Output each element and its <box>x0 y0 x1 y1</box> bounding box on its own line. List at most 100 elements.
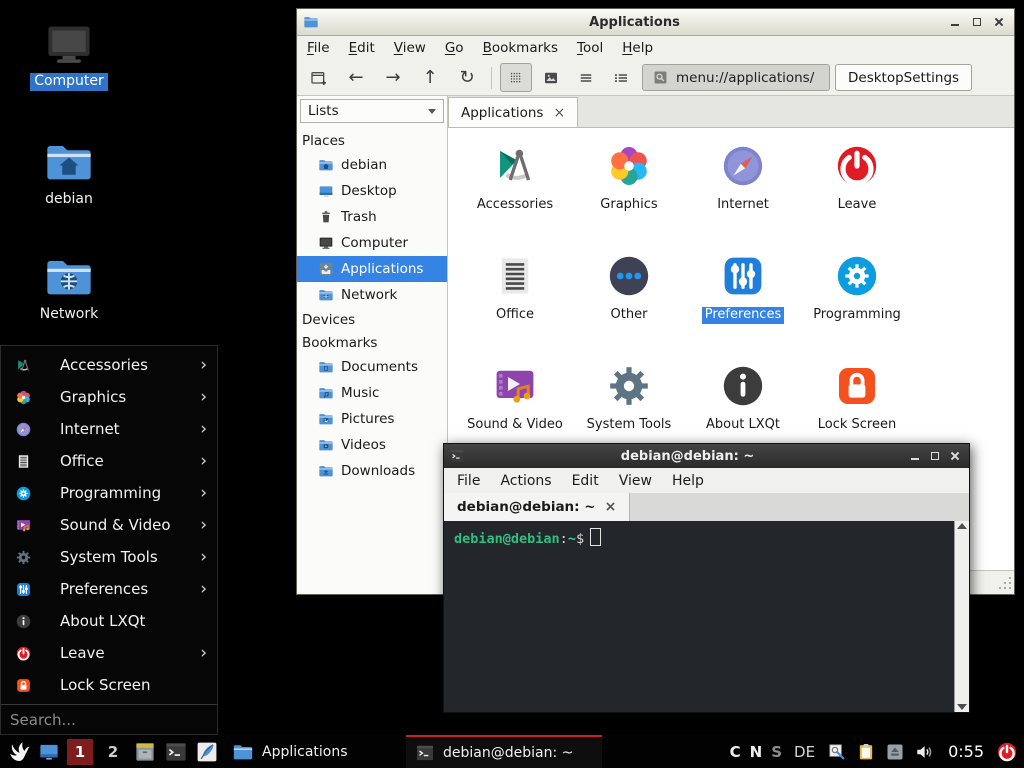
icon-view-button[interactable] <box>500 63 532 92</box>
fm-minimize-button[interactable] <box>950 17 960 27</box>
file-manager-launcher[interactable] <box>133 740 157 764</box>
detailed-view-button[interactable] <box>605 63 637 92</box>
fm-sidebar: Lists PlacesdebianDesktopTrashComputerAp… <box>297 96 448 594</box>
app-category-office[interactable]: Office <box>458 248 572 358</box>
desktop-icon-label: Computer <box>30 73 108 91</box>
menu-item-about-lxqt[interactable]: About LXQt <box>1 605 217 637</box>
workspace-2[interactable]: 2 <box>100 739 126 765</box>
volume-tray-icon[interactable] <box>914 741 936 763</box>
fm-titlebar[interactable]: Applications <box>297 9 1014 36</box>
menu-item-sound-video[interactable]: Sound & Video› <box>1 509 217 541</box>
menu-item-leave[interactable]: Leave› <box>1 637 217 669</box>
sidebar-item-music[interactable]: Music <box>297 380 447 406</box>
desktop-settings-button[interactable]: DesktopSettings <box>835 64 972 91</box>
clipboard-tray-icon[interactable] <box>856 742 876 762</box>
sidebar-item-documents[interactable]: Documents <box>297 354 447 380</box>
forward-button[interactable]: → <box>377 63 409 92</box>
app-category-internet[interactable]: Internet <box>686 138 800 248</box>
keyboard-indicator-s[interactable]: S <box>771 743 782 761</box>
power-button[interactable] <box>996 741 1018 763</box>
fm-maximize-button[interactable] <box>972 17 982 27</box>
workspace-1[interactable]: 1 <box>67 739 93 765</box>
screenshot-tray-icon[interactable] <box>827 742 847 762</box>
terminal-titlebar[interactable]: debian@debian: ~ <box>444 444 969 468</box>
fm-tab-applications[interactable]: Applications × <box>448 97 578 127</box>
terminal-scrollbar[interactable] <box>954 521 969 712</box>
sidebar-item-trash[interactable]: Trash <box>297 204 447 230</box>
keyboard-layout[interactable]: DE <box>794 743 815 761</box>
menu-item-lock-screen[interactable]: Lock Screen <box>1 669 217 701</box>
terminal-close-button[interactable] <box>950 451 960 461</box>
sidebar-item-downloads[interactable]: Downloads <box>297 458 447 484</box>
app-category-preferences[interactable]: Preferences <box>686 248 800 358</box>
lists-dropdown[interactable]: Lists <box>300 99 444 123</box>
fm-menu-view[interactable]: View <box>394 40 426 56</box>
sidebar-item-pictures[interactable]: Pictures <box>297 406 447 432</box>
sidebar-item-network[interactable]: Network <box>297 282 447 308</box>
thumbnail-view-button[interactable] <box>535 63 567 92</box>
desktop-icon-computer[interactable]: Computer <box>30 18 108 91</box>
eject-tray-icon[interactable] <box>885 742 905 762</box>
tab-close-icon[interactable]: × <box>605 500 617 514</box>
tab-close-icon[interactable]: × <box>553 106 565 120</box>
folder-home-icon <box>43 136 95 188</box>
terminal-minimize-button[interactable] <box>910 451 920 461</box>
fm-menu-go[interactable]: Go <box>445 40 464 56</box>
fm-menu-help[interactable]: Help <box>622 40 653 56</box>
fm-menu-bookmarks[interactable]: Bookmarks <box>483 40 558 56</box>
app-category-graphics[interactable]: Graphics <box>572 138 686 248</box>
up-button[interactable]: ↑ <box>414 63 446 92</box>
fm-menu-file[interactable]: File <box>307 40 330 56</box>
desktop-icon-network[interactable]: Network <box>30 251 108 324</box>
keyboard-indicator-c[interactable]: C <box>730 743 741 761</box>
back-button[interactable]: ← <box>340 63 372 92</box>
terminal-launcher[interactable] <box>164 740 188 764</box>
menu-item-internet[interactable]: Internet› <box>1 413 217 445</box>
terminal-menu-view[interactable]: View <box>619 473 652 489</box>
menu-search-input[interactable]: Search... <box>1 704 217 734</box>
sidebar-section-bookmarks: Bookmarks <box>297 331 447 354</box>
menu-item-preferences[interactable]: Preferences› <box>1 573 217 605</box>
taskbar-task-terminal[interactable]: debian@debian: ~ <box>406 735 602 768</box>
sidebar-item-desktop[interactable]: Desktop <box>297 178 447 204</box>
app-category-other[interactable]: Other <box>572 248 686 358</box>
scroll-up-icon[interactable] <box>957 523 967 529</box>
desktop-icon-debian[interactable]: debian <box>30 136 108 209</box>
sidebar-item-videos[interactable]: Videos <box>297 432 447 458</box>
app-category-accessories[interactable]: Accessories <box>458 138 572 248</box>
scroll-down-icon[interactable] <box>957 704 967 710</box>
terminal-content[interactable]: debian@debian:~$ <box>444 521 969 712</box>
terminal-menu-edit[interactable]: Edit <box>572 473 599 489</box>
desktop-pager-icon[interactable] <box>38 741 60 763</box>
resize-grip[interactable] <box>999 587 1001 589</box>
menu-item-accessories[interactable]: Accessories› <box>1 349 217 381</box>
menu-item-graphics[interactable]: Graphics› <box>1 381 217 413</box>
reload-button[interactable]: ↻ <box>451 63 483 92</box>
terminal-menu-file[interactable]: File <box>457 473 480 489</box>
clock[interactable]: 0:55 <box>948 742 984 761</box>
app-category-leave[interactable]: Leave <box>800 138 914 248</box>
fm-close-button[interactable] <box>994 17 1004 27</box>
fm-menu-tool[interactable]: Tool <box>577 40 603 56</box>
menu-item-office[interactable]: Office› <box>1 445 217 477</box>
compact-view-button[interactable] <box>570 63 602 92</box>
new-tab-button[interactable] <box>303 63 335 92</box>
path-bar[interactable]: menu://applications/ <box>642 64 830 91</box>
app-category-programming[interactable]: Programming <box>800 248 914 358</box>
sidebar-item-debian[interactable]: debian <box>297 152 447 178</box>
terminal-tab[interactable]: debian@debian: ~ × <box>444 493 630 521</box>
keyboard-indicator-n[interactable]: N <box>750 743 763 761</box>
terminal-menu-actions[interactable]: Actions <box>500 473 551 489</box>
folder-pictures-icon <box>318 411 334 427</box>
featherpad-launcher[interactable] <box>195 740 219 764</box>
submenu-chevron-icon: › <box>200 645 207 662</box>
terminal-maximize-button[interactable] <box>930 451 940 461</box>
menu-item-system-tools[interactable]: System Tools› <box>1 541 217 573</box>
taskbar-task-applications[interactable]: Applications <box>226 735 354 768</box>
sidebar-item-computer[interactable]: Computer <box>297 230 447 256</box>
fm-menu-edit[interactable]: Edit <box>349 40 375 56</box>
sidebar-item-applications[interactable]: Applications <box>297 256 447 282</box>
menu-item-programming[interactable]: Programming› <box>1 477 217 509</box>
lxqt-menu-button[interactable] <box>7 740 31 764</box>
terminal-menu-help[interactable]: Help <box>672 473 704 489</box>
